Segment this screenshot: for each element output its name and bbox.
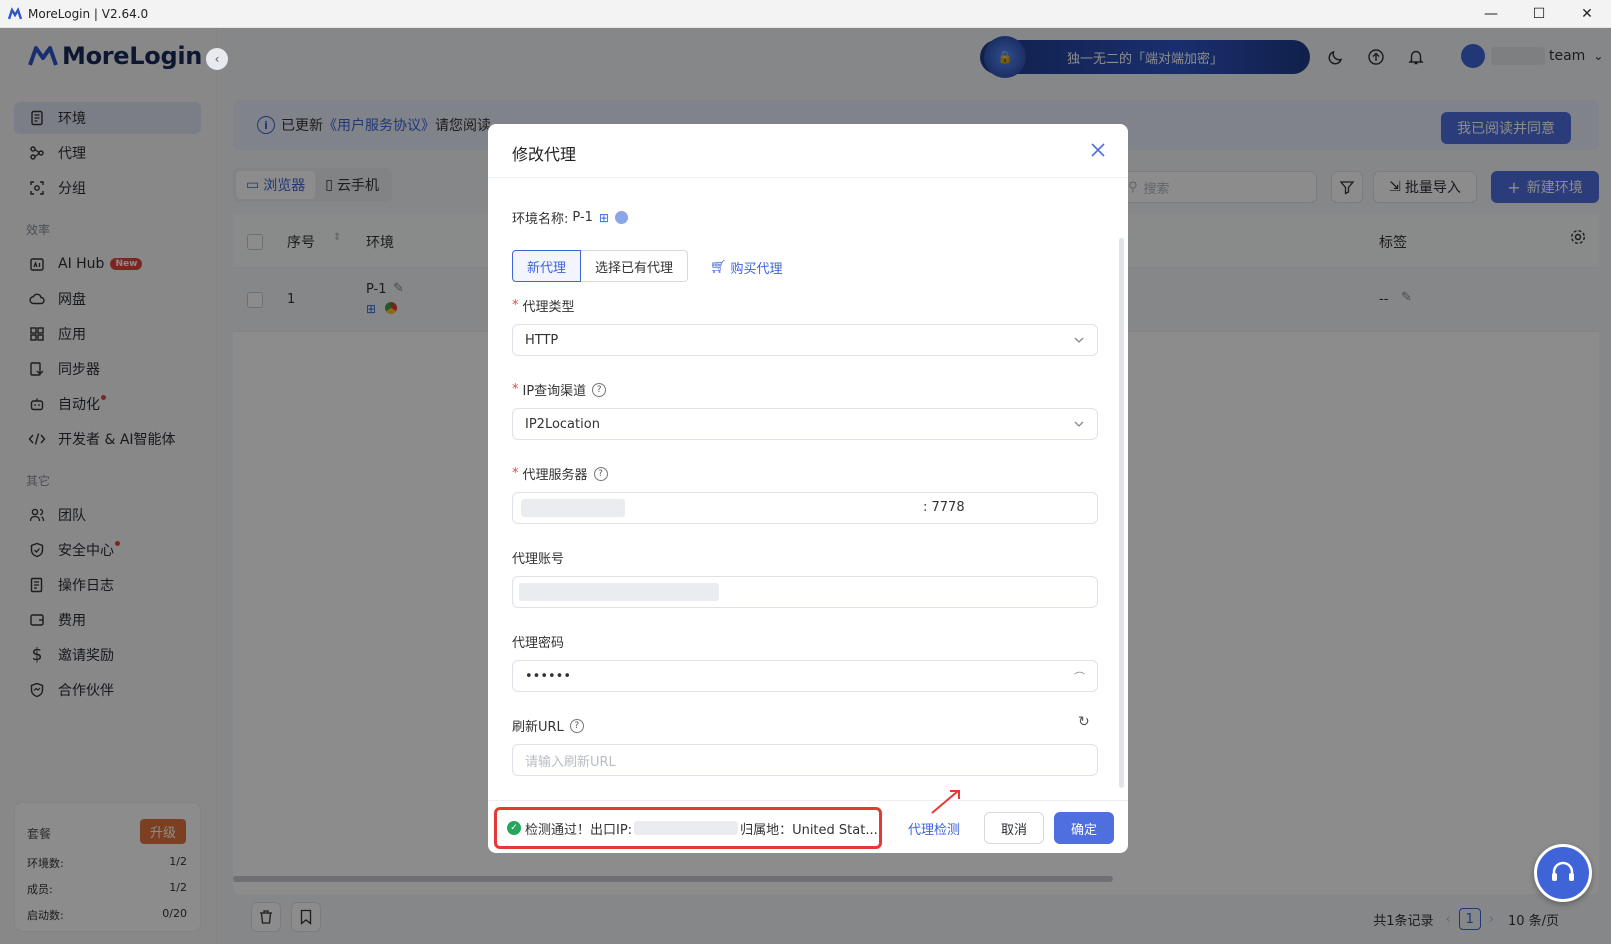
dialog-scrollbar[interactable] <box>1119 238 1124 788</box>
proxy-server-input[interactable]: : 7778 <box>512 492 1098 524</box>
label-text: 刷新URL <box>512 720 564 735</box>
collapse-sidebar-button[interactable]: ‹ <box>206 48 228 70</box>
select-value: HTTP <box>525 332 559 348</box>
ip-channel-label: * IP查询渠道? <box>512 380 607 399</box>
annotation-arrow-icon <box>931 790 960 814</box>
chevron-down-icon <box>1074 421 1084 427</box>
label-text: IP查询渠道 <box>522 384 587 399</box>
proxy-type-select[interactable]: HTTP <box>512 324 1098 356</box>
label-text: 代理服务器 <box>522 468 588 483</box>
label-text: 代理账号 <box>512 552 565 567</box>
app-logo-icon <box>8 6 22 19</box>
cart-icon: 🛒︎ <box>710 260 727 275</box>
windows-icon: ⊞ <box>598 210 609 225</box>
proxy-check-link[interactable]: 代理检测 <box>908 819 960 838</box>
cancel-button[interactable]: 取消 <box>984 812 1044 844</box>
refresh-url-label: 刷新URL? <box>512 716 584 735</box>
ip-channel-select[interactable]: IP2Location <box>512 408 1098 440</box>
dialog-title: 修改代理 <box>512 145 577 164</box>
chrome-icon <box>614 211 628 224</box>
close-window-button[interactable]: ✕ <box>1563 0 1611 28</box>
help-icon[interactable]: ? <box>593 466 608 481</box>
account-redacted <box>519 583 719 601</box>
window-titlebar: MoreLogin | V2.64.0 — ☐ ✕ <box>0 0 1611 28</box>
dialog-body: 环境名称: P-1 ⊞ 新代理 选择已有代理 🛒︎ 购买代理 * 代理类型 HTT… <box>488 178 1128 800</box>
env-name-line: 环境名称: P-1 ⊞ <box>512 208 628 227</box>
proxy-server-label: * 代理服务器? <box>512 464 608 483</box>
exit-ip-redacted <box>634 821 739 835</box>
help-icon[interactable]: ? <box>569 718 584 733</box>
result-location: 归属地：United Stat... <box>740 822 878 838</box>
dialog-header: 修改代理 <box>488 124 1128 178</box>
proxy-account-label: 代理账号 <box>512 548 564 567</box>
support-button[interactable] <box>1534 844 1592 902</box>
proxy-password-input[interactable]: •••••• ⌒ <box>512 660 1098 692</box>
tab-existing-proxy[interactable]: 选择已有代理 <box>581 250 689 282</box>
refresh-icon[interactable]: ↻ <box>1078 714 1090 730</box>
chevron-down-icon <box>1074 337 1084 343</box>
server-port: : 7778 <box>923 500 965 515</box>
select-value: IP2Location <box>525 416 600 432</box>
eye-closed-icon[interactable]: ⌒ <box>1074 669 1085 685</box>
label-text: 代理类型 <box>522 300 575 315</box>
close-dialog-button[interactable] <box>1086 138 1110 162</box>
dialog-footer: ✓ 检测通过！出口IP: 归属地：United Stat... 代理检测 取消 … <box>488 790 1128 853</box>
proxy-mode-segment: 新代理 选择已有代理 <box>512 250 689 282</box>
confirm-button[interactable]: 确定 <box>1054 812 1114 844</box>
label-text: 代理密码 <box>512 636 565 651</box>
check-circle-icon: ✓ <box>507 821 521 835</box>
tab-new-proxy[interactable]: 新代理 <box>512 250 582 282</box>
proxy-check-result: ✓ 检测通过！出口IP: 归属地：United Stat... <box>494 807 882 849</box>
help-icon[interactable]: ? <box>592 382 607 397</box>
buy-proxy-link[interactable]: 🛒︎ 购买代理 <box>710 258 783 277</box>
window-title: MoreLogin | V2.64.0 <box>28 6 149 21</box>
close-icon <box>1091 143 1105 157</box>
minimize-button[interactable]: — <box>1467 0 1515 28</box>
env-name-value: P-1 <box>572 210 593 225</box>
refresh-url-input[interactable]: 请输入刷新URL <box>512 744 1098 776</box>
buy-proxy-label: 购买代理 <box>730 262 783 277</box>
proxy-account-input[interactable] <box>512 576 1098 608</box>
proxy-password-label: 代理密码 <box>512 632 564 651</box>
server-host-redacted <box>521 499 625 517</box>
maximize-button[interactable]: ☐ <box>1515 0 1563 28</box>
env-name-label: 环境名称: <box>512 212 569 227</box>
password-value: •••••• <box>525 668 572 684</box>
headset-icon <box>1552 861 1574 881</box>
refresh-url-placeholder: 请输入刷新URL <box>525 754 616 770</box>
proxy-type-label: * 代理类型 <box>512 298 575 315</box>
edit-proxy-dialog: 修改代理 环境名称: P-1 ⊞ 新代理 选择已有代理 🛒︎ 购买代理 * 代理类… <box>488 124 1128 853</box>
result-prefix: 检测通过！出口IP: <box>525 822 633 838</box>
chevron-left-icon: ‹ <box>214 52 220 66</box>
